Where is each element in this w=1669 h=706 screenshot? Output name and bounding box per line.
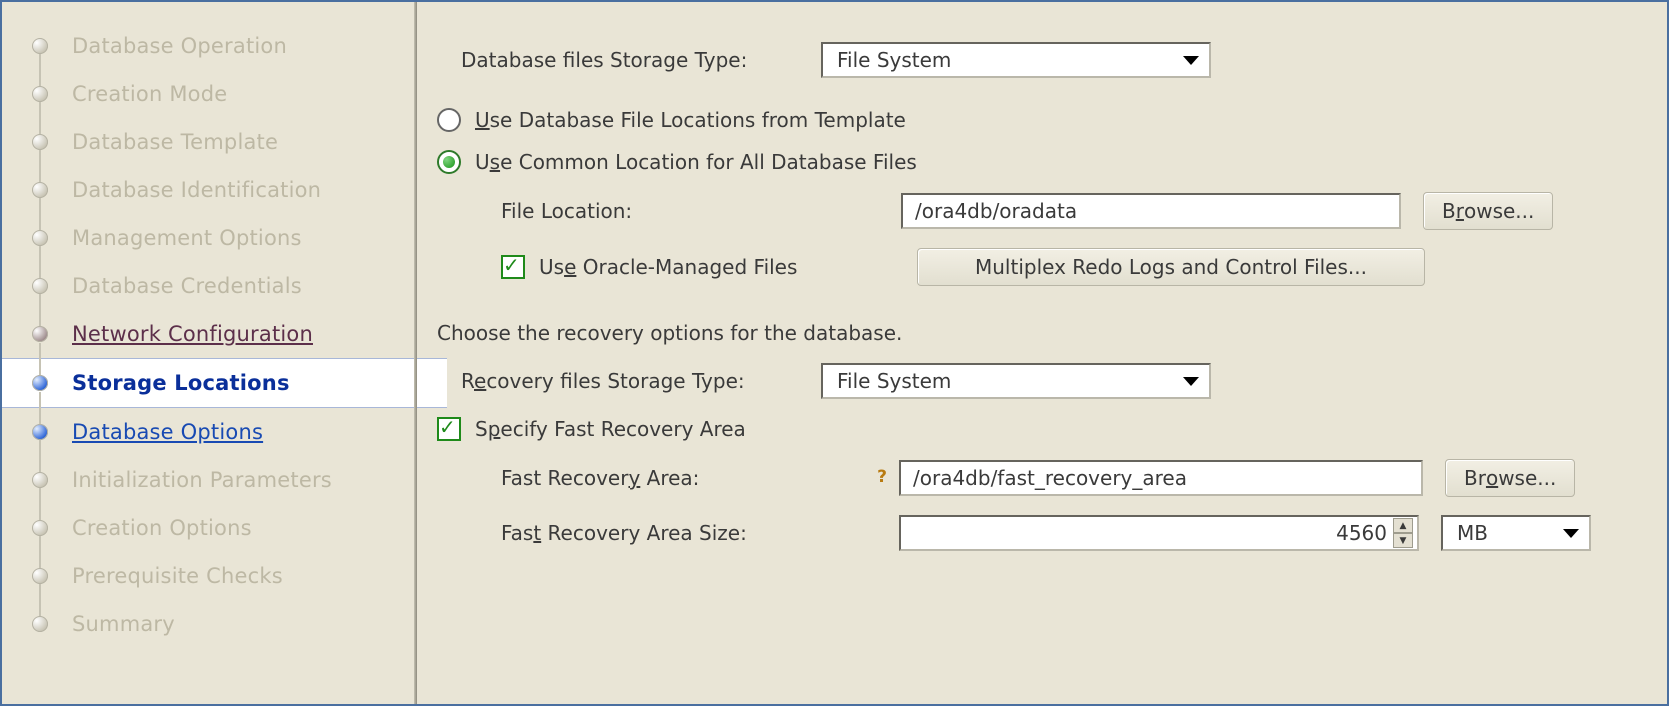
step-label: Network Configuration bbox=[72, 322, 313, 346]
step-database-identification[interactable]: Database Identification bbox=[2, 166, 417, 214]
fra-size-unit-dropdown[interactable]: MB bbox=[1441, 515, 1591, 551]
spinner-buttons[interactable]: ▲ ▼ bbox=[1393, 518, 1413, 548]
step-label: Database Identification bbox=[72, 178, 321, 202]
step-dot-icon bbox=[32, 375, 48, 391]
wizard-window: Database Operation Creation Mode Databas… bbox=[0, 0, 1669, 706]
step-database-template[interactable]: Database Template bbox=[2, 118, 417, 166]
spinner-down-icon[interactable]: ▼ bbox=[1393, 533, 1413, 548]
step-label: Creation Mode bbox=[72, 82, 227, 106]
db-storage-type-value: File System bbox=[837, 48, 951, 72]
file-location-browse-button[interactable]: Browse... bbox=[1423, 192, 1553, 230]
recovery-storage-type-label: Recovery files Storage Type: bbox=[461, 369, 821, 393]
step-label: Database Credentials bbox=[72, 274, 302, 298]
step-dot-icon bbox=[32, 86, 48, 102]
fra-size-value: 4560 bbox=[913, 521, 1393, 545]
step-creation-options[interactable]: Creation Options bbox=[2, 504, 417, 552]
file-location-input[interactable]: /ora4db/oradata bbox=[901, 193, 1401, 229]
file-location-value: /ora4db/oradata bbox=[915, 199, 1077, 223]
dropdown-arrow-icon bbox=[1183, 56, 1199, 65]
step-dot-icon bbox=[32, 230, 48, 246]
fra-browse-button[interactable]: Browse... bbox=[1445, 459, 1575, 497]
step-dot-icon bbox=[32, 134, 48, 150]
step-dot-icon bbox=[32, 326, 48, 342]
step-dot-icon bbox=[32, 472, 48, 488]
step-label: Database Template bbox=[72, 130, 278, 154]
wizard-step-sidebar: Database Operation Creation Mode Databas… bbox=[2, 2, 417, 704]
step-label: Database Options bbox=[72, 420, 263, 444]
storage-locations-panel: Database files Storage Type: File System… bbox=[417, 2, 1667, 704]
fra-checkbox-label: Specify Fast Recovery Area bbox=[475, 417, 746, 441]
step-prerequisite-checks[interactable]: Prerequisite Checks bbox=[2, 552, 417, 600]
step-network-configuration[interactable]: Network Configuration bbox=[2, 310, 417, 358]
step-dot-icon bbox=[32, 616, 48, 632]
fra-input[interactable]: /ora4db/fast_recovery_area bbox=[899, 460, 1423, 496]
radio-common-label: Use Common Location for All Database Fil… bbox=[475, 150, 917, 174]
step-label: Creation Options bbox=[72, 516, 252, 540]
step-database-options[interactable]: Database Options bbox=[2, 408, 417, 456]
radio-template-label: Use Database File Locations from Templat… bbox=[475, 108, 906, 132]
hint-icon[interactable] bbox=[871, 467, 893, 489]
fra-label: Fast Recovery Area: bbox=[501, 466, 871, 490]
fra-checkbox-row[interactable]: Specify Fast Recovery Area bbox=[437, 417, 1639, 441]
step-creation-mode[interactable]: Creation Mode bbox=[2, 70, 417, 118]
step-storage-locations[interactable]: Storage Locations bbox=[2, 358, 447, 408]
radio-use-template-locations[interactable]: Use Database File Locations from Templat… bbox=[437, 108, 1639, 132]
step-summary[interactable]: Summary bbox=[2, 600, 417, 648]
db-storage-type-label: Database files Storage Type: bbox=[461, 48, 821, 72]
fra-size-unit-value: MB bbox=[1457, 521, 1488, 545]
recovery-prompt: Choose the recovery options for the data… bbox=[437, 321, 902, 345]
radio-icon bbox=[437, 108, 461, 132]
multiplex-button[interactable]: Multiplex Redo Logs and Control Files... bbox=[917, 248, 1425, 286]
multiplex-button-label: Multiplex Redo Logs and Control Files... bbox=[975, 255, 1367, 279]
step-dot-icon bbox=[32, 182, 48, 198]
step-label: Database Operation bbox=[72, 34, 287, 58]
step-label: Storage Locations bbox=[72, 371, 290, 395]
fra-size-spinner[interactable]: 4560 ▲ ▼ bbox=[899, 515, 1419, 551]
step-dot-icon bbox=[32, 38, 48, 54]
step-dot-icon bbox=[32, 278, 48, 294]
db-storage-type-dropdown[interactable]: File System bbox=[821, 42, 1211, 78]
step-label: Initialization Parameters bbox=[72, 468, 332, 492]
step-database-operation[interactable]: Database Operation bbox=[2, 22, 417, 70]
fra-size-label: Fast Recovery Area Size: bbox=[501, 521, 899, 545]
fra-value: /ora4db/fast_recovery_area bbox=[913, 466, 1187, 490]
step-initialization-parameters[interactable]: Initialization Parameters bbox=[2, 456, 417, 504]
recovery-storage-type-value: File System bbox=[837, 369, 951, 393]
omf-checkbox[interactable] bbox=[501, 255, 525, 279]
step-label: Summary bbox=[72, 612, 175, 636]
step-label: Management Options bbox=[72, 226, 302, 250]
radio-icon bbox=[437, 150, 461, 174]
wizard-step-list: Database Operation Creation Mode Databas… bbox=[2, 22, 417, 648]
omf-label: Use Oracle-Managed Files bbox=[539, 255, 917, 279]
step-label: Prerequisite Checks bbox=[72, 564, 283, 588]
fra-checkbox[interactable] bbox=[437, 417, 461, 441]
radio-common-location[interactable]: Use Common Location for All Database Fil… bbox=[437, 150, 1639, 174]
step-management-options[interactable]: Management Options bbox=[2, 214, 417, 262]
step-database-credentials[interactable]: Database Credentials bbox=[2, 262, 417, 310]
step-dot-icon bbox=[32, 424, 48, 440]
file-location-label: File Location: bbox=[501, 199, 901, 223]
dropdown-arrow-icon bbox=[1183, 377, 1199, 386]
spinner-up-icon[interactable]: ▲ bbox=[1393, 518, 1413, 533]
dropdown-arrow-icon bbox=[1563, 529, 1579, 538]
step-dot-icon bbox=[32, 568, 48, 584]
recovery-storage-type-dropdown[interactable]: File System bbox=[821, 363, 1211, 399]
step-dot-icon bbox=[32, 520, 48, 536]
